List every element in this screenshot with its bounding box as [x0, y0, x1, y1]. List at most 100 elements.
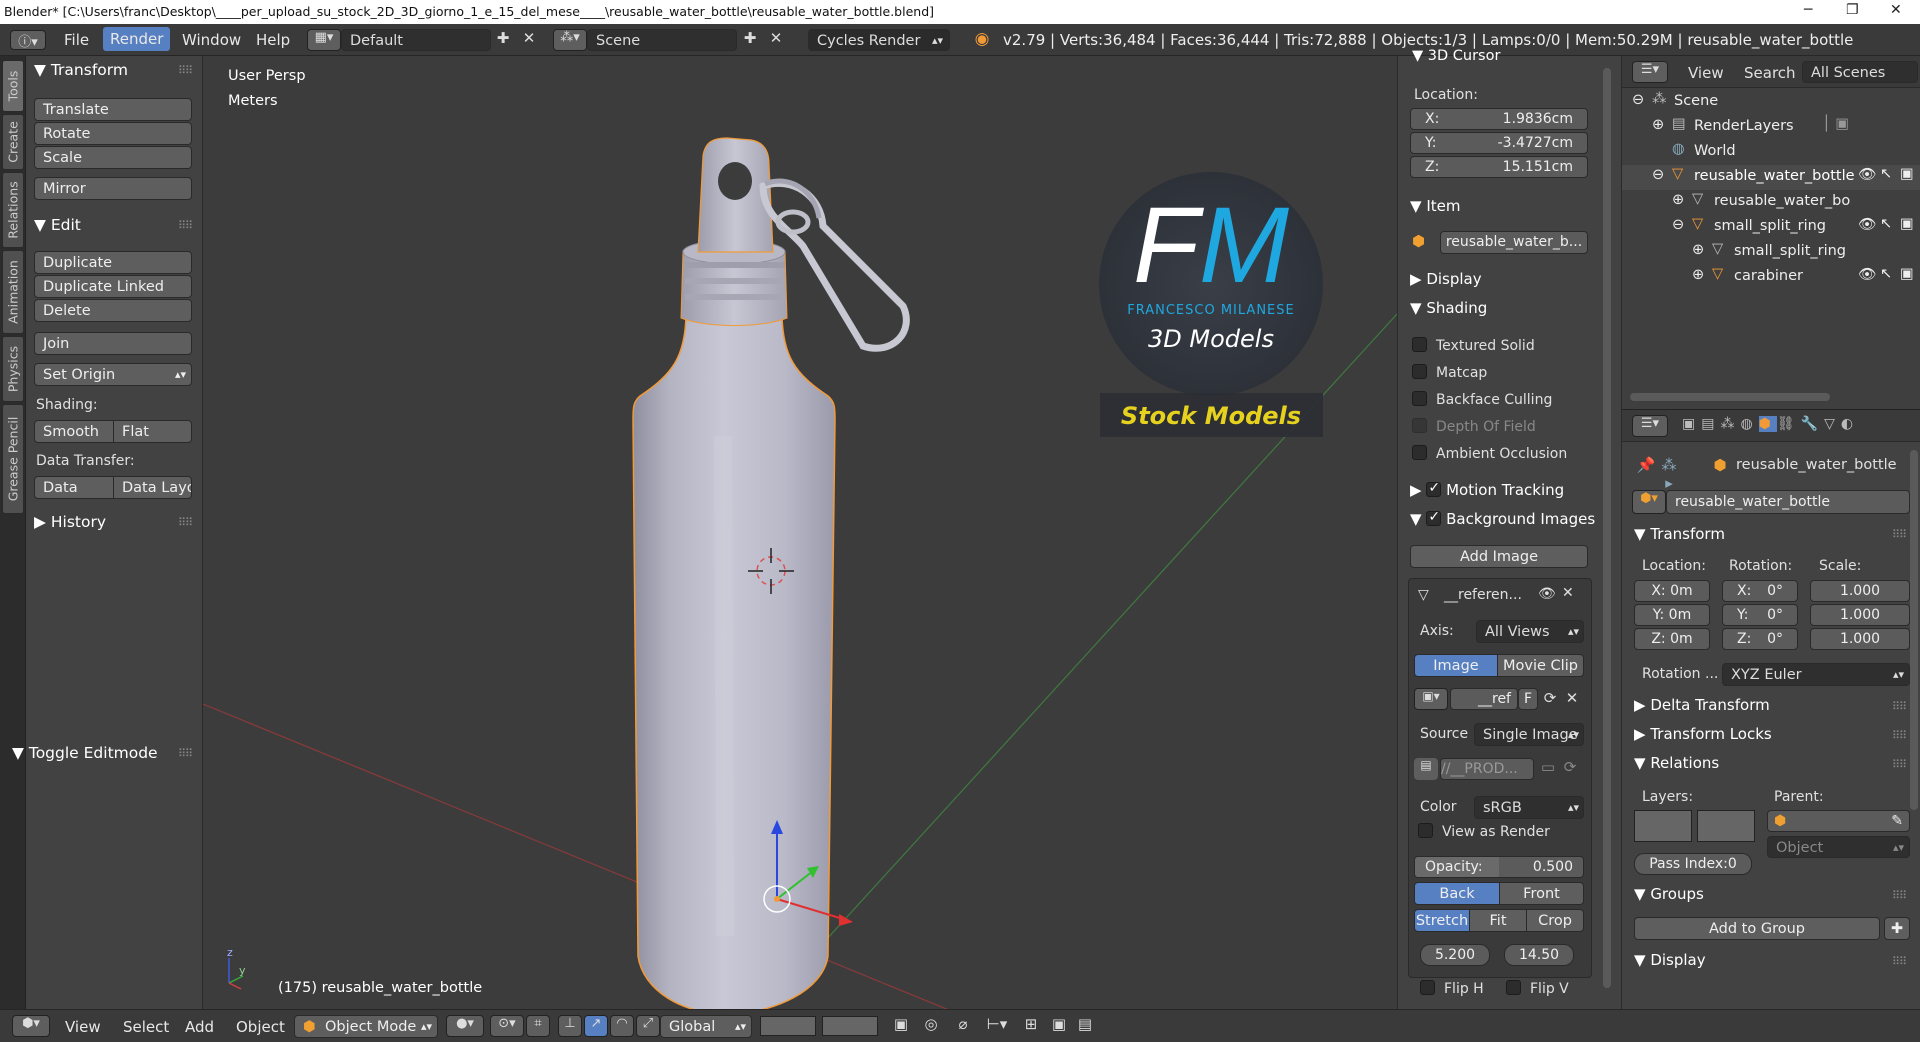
maximize-button[interactable]: ❐ [1846, 2, 1859, 18]
tab-relations[interactable]: Relations [2, 172, 24, 248]
pass-index-field[interactable]: Pass Index:0 [1634, 853, 1752, 875]
properties-editor-icon[interactable]: ☰▾ [1632, 415, 1668, 437]
axis-dropdown[interactable]: All Views ▴▾ [1476, 620, 1584, 643]
outliner-row-scene[interactable]: ⊖ ⁂ Scene [1622, 90, 1920, 115]
object-name-field[interactable]: reusable_water_bottle [1666, 490, 1910, 514]
viewport-shading-icon[interactable]: ●▾ [446, 1015, 484, 1037]
render-preview-icon[interactable]: ▣ [1048, 1015, 1070, 1033]
background-images-checkbox[interactable] [1426, 509, 1442, 526]
image-browse-icon[interactable]: ▣▾ [1414, 688, 1448, 710]
set-origin-dropdown[interactable]: Set Origin ▴▾ [34, 363, 192, 386]
file-browse-icon[interactable]: ▤ [1414, 758, 1438, 780]
scene-icon[interactable]: ⁂▾ [553, 29, 587, 51]
3d-cursor-panel-header[interactable]: ▼ 3D Cursor [1412, 48, 1500, 64]
textured-solid-checkbox[interactable] [1412, 337, 1427, 352]
tab-animation[interactable]: Animation [2, 250, 24, 334]
outliner-row-renderlayers[interactable]: ⊕ ▤ RenderLayers │ ▣ [1622, 115, 1920, 140]
scale-manipulator-icon[interactable]: ⤢ [636, 1015, 660, 1037]
fake-user-button[interactable]: F [1518, 688, 1538, 710]
shade-flat-button[interactable]: Flat [113, 420, 192, 443]
transform-panel-header[interactable]: ▼ Transform [1634, 525, 1725, 543]
image-path-field[interactable]: //__PROD... [1440, 758, 1534, 780]
drag-handle-icon[interactable]: ⠿⠿ [178, 219, 193, 232]
drag-handle-icon[interactable]: ⠿⠿ [1892, 889, 1907, 902]
display-panel-header[interactable]: ▶ Display [1410, 270, 1482, 288]
outliner-row-split-ring-object[interactable]: ⊖ ▽ small_split_ring 👁 ↖ ▣ [1622, 215, 1920, 240]
transform-locks-panel-header[interactable]: ▶ Transform Locks [1634, 725, 1772, 743]
visibility-eye-icon[interactable]: 👁 [1858, 166, 1876, 183]
menu-file[interactable]: File [64, 31, 89, 49]
snap-element-icon[interactable]: ⊢▾ [980, 1015, 1014, 1033]
location-x-field[interactable]: X: 0m [1634, 580, 1710, 602]
add-image-button[interactable]: Add Image [1410, 545, 1588, 568]
reload-path-icon[interactable]: ⟳ [1560, 758, 1580, 776]
open-folder-icon[interactable]: ▭ [1538, 758, 1558, 776]
display-panel-header[interactable]: ▼ Display [1634, 951, 1706, 969]
unlink-image-icon[interactable]: ✕ [1562, 689, 1582, 707]
history-panel-header[interactable]: ▶ History [34, 513, 106, 531]
outliner-row-carabiner[interactable]: ⊕ ▽ carabiner 👁 ↖ ▣ [1622, 265, 1920, 290]
outliner-editor-icon[interactable]: ☰▾ [1632, 61, 1668, 83]
object-browse-icon[interactable]: ⬢▾ [1632, 490, 1666, 514]
flip-h-checkbox[interactable] [1420, 980, 1435, 995]
menu-help[interactable]: Help [256, 31, 290, 49]
remove-scene-icon[interactable]: ✕ [766, 29, 786, 47]
view-as-render-checkbox[interactable] [1418, 823, 1433, 838]
add-scene-icon[interactable]: ✚ [740, 29, 760, 47]
scale-x-field[interactable]: 1.000 [1810, 580, 1910, 602]
shade-smooth-button[interactable]: Smooth [34, 420, 114, 443]
minimize-button[interactable]: ─ [1804, 2, 1812, 18]
eyedropper-icon[interactable]: ✎ [1891, 811, 1903, 831]
motion-tracking-checkbox[interactable] [1426, 480, 1442, 497]
opacity-slider[interactable]: Opacity: 0.500 [1414, 856, 1584, 878]
new-group-plus-icon[interactable]: ✚ [1884, 917, 1910, 940]
add-layout-icon[interactable]: ✚ [493, 29, 513, 47]
select-arrow-icon[interactable]: ↖ [1880, 266, 1892, 282]
rotate-manipulator-icon[interactable]: ◠ [610, 1015, 634, 1037]
relations-panel-header[interactable]: ▼ Relations [1634, 754, 1719, 772]
offset-y-field[interactable]: 14.50 [1504, 944, 1574, 966]
mirror-button[interactable]: Mirror [34, 177, 192, 200]
crop-frame-button[interactable]: Crop [1526, 909, 1584, 932]
visibility-eye-icon[interactable]: 👁 [1858, 266, 1876, 283]
translate-button[interactable]: Translate [34, 98, 192, 121]
scale-button[interactable]: Scale [34, 146, 192, 169]
cursor-x-field[interactable]: X: 1.9836cm [1410, 108, 1588, 130]
screen-layout-icon[interactable]: ▦▾ [307, 29, 341, 51]
menu-render[interactable]: Render [103, 27, 171, 51]
pivot-point-icon[interactable]: ⊙▾ [490, 1015, 524, 1037]
render-engine-dropdown[interactable]: Cycles Render ▴▾ [808, 29, 950, 51]
image-source-tab[interactable]: Image [1414, 654, 1498, 677]
front-depth-button[interactable]: Front [1499, 882, 1584, 905]
toggle-editmode-panel-header[interactable]: ▼ Toggle Editmode [12, 744, 158, 762]
rotation-z-field[interactable]: Z: 0° [1722, 628, 1798, 650]
layers-grid-1[interactable] [1634, 810, 1692, 842]
parent-field[interactable]: ⬢ ✎ [1767, 810, 1910, 832]
outliner-row-world[interactable]: ◍ World [1622, 140, 1920, 165]
rotation-mode-dropdown[interactable]: XYZ Euler ▴▾ [1722, 663, 1910, 686]
duplicate-linked-button[interactable]: Duplicate Linked [34, 275, 192, 298]
pin-icon[interactable]: 📌 [1636, 456, 1656, 474]
cursor-z-field[interactable]: Z: 15.151cm [1410, 156, 1588, 178]
proportional-edit-icon[interactable]: ◎ [920, 1015, 942, 1033]
manipulate-center-icon[interactable]: ⌗ [526, 1015, 550, 1037]
screen-layout-field[interactable]: Default [341, 29, 491, 51]
data-layout-button[interactable]: Data Layo [113, 476, 192, 499]
image-file-field[interactable]: __ref [1450, 688, 1518, 710]
scale-y-field[interactable]: 1.000 [1810, 604, 1910, 626]
item-panel-header[interactable]: ▼ Item [1410, 197, 1460, 215]
remove-image-icon[interactable]: ✕ [1562, 585, 1574, 601]
reload-image-icon[interactable]: ⟳ [1540, 689, 1560, 707]
water-bottle-model[interactable] [632, 137, 910, 1009]
data-transfer-button[interactable]: Data [34, 476, 114, 499]
back-depth-button[interactable]: Back [1414, 882, 1500, 905]
eye-icon[interactable]: 👁 [1538, 586, 1556, 602]
translate-manipulator-icon[interactable]: ↗ [584, 1015, 608, 1037]
drag-handle-icon[interactable]: ⠿⠿ [1892, 729, 1907, 742]
close-button[interactable]: ✕ [1890, 2, 1902, 18]
outliner-row-split-ring-mesh[interactable]: ⊕ ▽ small_split_ring [1622, 240, 1920, 265]
groups-panel-header[interactable]: ▼ Groups [1634, 885, 1704, 903]
menu-add[interactable]: Add [185, 1018, 214, 1036]
color-space-dropdown[interactable]: sRGB ▴▾ [1474, 796, 1584, 819]
delta-transform-panel-header[interactable]: ▶ Delta Transform [1634, 696, 1770, 714]
